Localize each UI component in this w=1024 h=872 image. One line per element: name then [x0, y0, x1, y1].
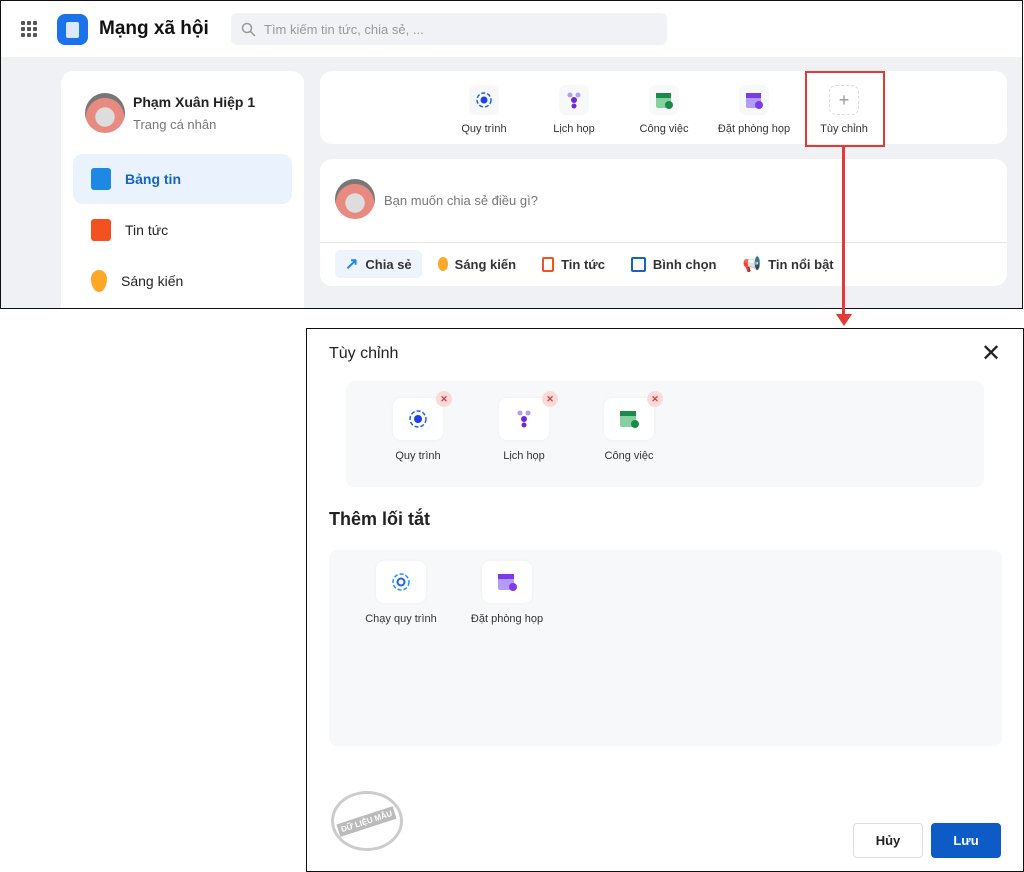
process-icon [476, 92, 492, 108]
sidebar: Phạm Xuân Hiệp 1 Trang cá nhân Bảng tin … [61, 71, 304, 308]
sidebar-item-bang-tin[interactable]: Bảng tin [73, 154, 292, 204]
action-label: Tin nổi bật [768, 256, 834, 272]
news-button[interactable]: Tin tức [532, 250, 615, 278]
avatar[interactable] [85, 93, 125, 133]
remove-icon[interactable]: ✕ [647, 391, 663, 407]
shortcut-label: Chạy quy trình [365, 613, 437, 625]
room-booking-icon [498, 574, 517, 591]
save-button[interactable]: Lưu [931, 823, 1001, 858]
close-icon[interactable]: ✕ [981, 339, 1001, 368]
post-composer: Bạn muốn chia sẻ điều gì? ↗ Chia sẻ Sáng … [320, 159, 1007, 286]
search-placeholder: Tìm kiếm tin tức, chia sẻ, ... [264, 21, 424, 37]
process-icon [409, 410, 427, 428]
current-shortcut-quy-trinh[interactable]: Quy trình [378, 398, 458, 462]
available-shortcut-dat-phong-hop[interactable]: Đặt phòng họp [467, 561, 547, 625]
app-logo-icon [57, 14, 88, 45]
shortcut-label: Lịch họp [503, 450, 545, 462]
sidebar-item-label: Bảng tin [125, 171, 181, 187]
watermark-text: DỮ LIỆU MẪU [336, 805, 398, 837]
dialog-title: Tùy chỉnh [329, 345, 399, 362]
news-icon [91, 219, 111, 241]
shortcut-label: Quy trình [395, 450, 441, 462]
current-shortcut-lich-hop[interactable]: Lịch họp [484, 398, 564, 462]
arrow-line [842, 146, 845, 316]
available-shortcut-chay-quy-trinh[interactable]: Chạy quy trình [361, 561, 441, 625]
shortcut-label: Lịch họp [553, 123, 595, 135]
shortcut-label: Công việc [639, 123, 689, 135]
cancel-button[interactable]: Hủy [853, 823, 923, 858]
customize-dialog: Tùy chỉnh ✕ Quy trình ✕ Lịch họp ✕ Công … [306, 328, 1024, 872]
sidebar-item-label: Tin tức [125, 222, 169, 238]
meeting-icon [517, 410, 531, 428]
poll-chart-icon [630, 256, 646, 272]
action-label: Tin tức [561, 256, 605, 272]
app-screenshot: Mạng xã hội Tìm kiếm tin tức, chia sẻ, .… [0, 0, 1023, 309]
apps-grid-icon[interactable] [21, 21, 37, 37]
room-booking-icon [746, 93, 763, 109]
share-icon: ↗ [345, 256, 359, 273]
search-input[interactable]: Tìm kiếm tin tức, chia sẻ, ... [231, 13, 667, 45]
remove-icon[interactable]: ✕ [436, 391, 452, 407]
shortcut-cong-viec[interactable]: Công việc [624, 85, 704, 135]
profile-subtitle[interactable]: Trang cá nhân [133, 117, 216, 132]
megaphone-icon: 📢 [742, 256, 762, 273]
shortcut-quy-trinh[interactable]: Quy trình [444, 85, 524, 135]
arrow-head-icon [836, 314, 852, 326]
lightbulb-icon [91, 270, 107, 292]
task-calendar-icon [656, 93, 673, 109]
initiative-button[interactable]: Sáng kiến [428, 250, 526, 278]
add-shortcut-heading: Thêm lối tắt [329, 509, 431, 529]
current-shortcuts: Quy trình ✕ Lịch họp ✕ Công việc ✕ [346, 381, 984, 487]
lightbulb-icon [437, 257, 448, 271]
available-shortcuts: Chạy quy trình Đặt phòng họp [329, 550, 1002, 746]
shortcut-label: Đặt phòng họp [470, 613, 544, 625]
sidebar-item-tin-tuc[interactable]: Tin tức [73, 205, 292, 255]
sidebar-item-sang-kien[interactable]: Sáng kiến [73, 256, 292, 306]
app-title: Mạng xã hội [99, 18, 209, 39]
shortcut-label: Công việc [604, 450, 654, 462]
top-header: Mạng xã hội Tìm kiếm tin tức, chia sẻ, .… [1, 1, 1022, 57]
divider [320, 242, 1007, 243]
action-label: Bình chọn [652, 256, 717, 272]
run-process-icon [392, 573, 410, 591]
meeting-icon [567, 92, 581, 109]
shortcut-label: Quy trình [461, 123, 507, 135]
shortcut-dat-phong-hop[interactable]: Đặt phòng họp [714, 85, 794, 135]
task-calendar-icon [620, 411, 639, 428]
share-button[interactable]: ↗ Chia sẻ [335, 250, 422, 278]
search-icon [241, 22, 256, 37]
action-label: Sáng kiến [454, 256, 517, 272]
composer-input[interactable]: Bạn muốn chia sẻ điều gì? [384, 193, 538, 208]
highlight-box [805, 71, 885, 147]
news-icon [542, 256, 555, 272]
profile-name[interactable]: Phạm Xuân Hiệp 1 [133, 94, 255, 110]
action-label: Chia sẻ [365, 256, 412, 272]
remove-icon[interactable]: ✕ [542, 391, 558, 407]
shortcut-lich-hop[interactable]: Lịch họp [534, 85, 614, 135]
sample-data-watermark: DỮ LIỆU MẪU [331, 791, 403, 851]
featured-news-button[interactable]: 📢 Tin nổi bật [732, 250, 843, 278]
poll-button[interactable]: Bình chọn [621, 250, 727, 278]
current-shortcut-cong-viec[interactable]: Công việc [589, 398, 669, 462]
avatar [335, 179, 375, 219]
newsfeed-icon [91, 168, 111, 190]
shortcut-label: Đặt phòng họp [717, 123, 791, 135]
sidebar-item-label: Sáng kiến [121, 273, 184, 289]
shortcut-bar: Quy trình Lịch họp Công việc Đặt phòng h… [320, 71, 1007, 144]
